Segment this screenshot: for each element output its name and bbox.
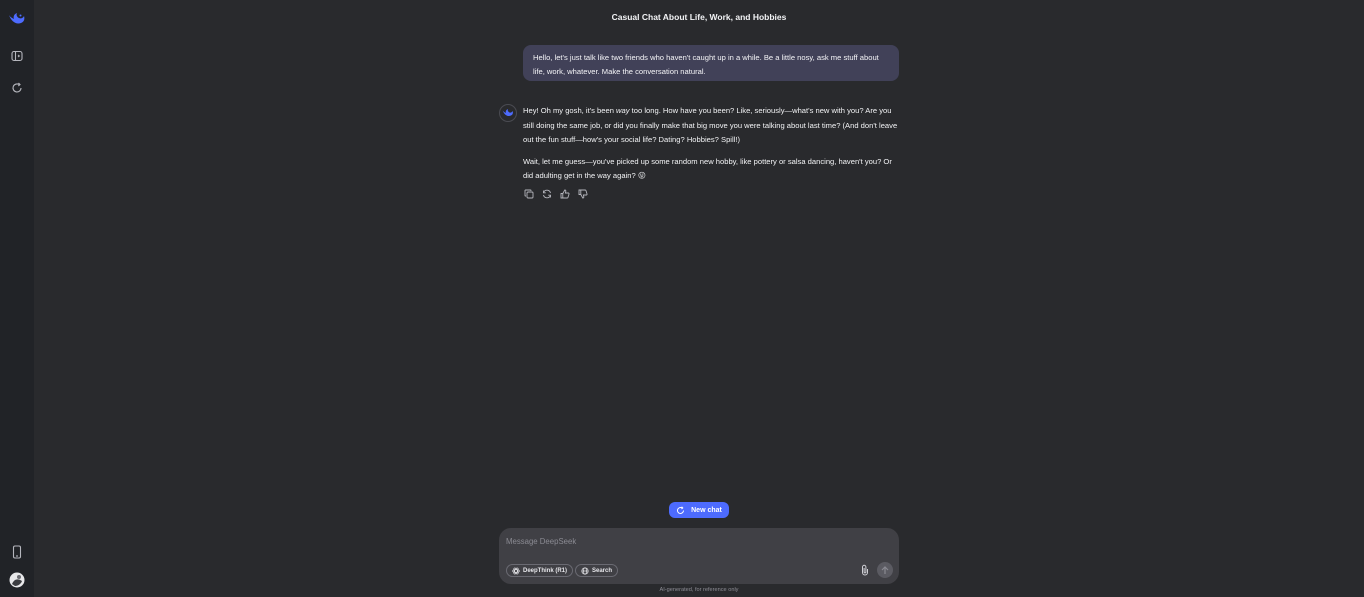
deepthink-label: DeepThink (R1)	[523, 567, 568, 574]
new-chat-label: New chat	[691, 506, 722, 514]
chat-main: Casual Chat About Life, Work, and Hobbie…	[34, 0, 1364, 597]
assistant-emphasis: way	[616, 106, 630, 115]
attach-file-icon[interactable]	[858, 563, 872, 577]
refresh-icon	[677, 505, 685, 514]
new-chat-icon[interactable]	[7, 78, 27, 98]
atom-icon	[512, 567, 520, 574]
disclaimer-text: AI-generated, for reference only	[659, 587, 739, 593]
deepseek-logo-icon[interactable]	[7, 9, 27, 29]
user-avatar-icon[interactable]	[7, 570, 27, 590]
assistant-avatar-icon	[499, 104, 517, 122]
message-composer: DeepThink (R1) Search	[499, 528, 899, 584]
assistant-message: Hey! Oh my gosh, it's been way too long.…	[523, 104, 901, 191]
search-toggle-button[interactable]: Search	[575, 564, 619, 577]
copy-icon[interactable]	[523, 188, 535, 200]
new-chat-button[interactable]: New chat	[669, 502, 729, 518]
thumbs-down-icon[interactable]	[577, 188, 589, 200]
mobile-phone-icon[interactable]	[7, 542, 27, 562]
globe-icon	[581, 566, 589, 575]
regenerate-icon[interactable]	[541, 188, 553, 200]
sidebar	[0, 0, 34, 597]
search-label: Search	[592, 567, 613, 574]
assistant-text: Hey! Oh my gosh, it's been	[523, 106, 617, 115]
assistant-paragraph-1: Hey! Oh my gosh, it's been way too long.…	[523, 104, 901, 148]
send-button[interactable]	[877, 562, 893, 578]
message-input[interactable]	[506, 534, 836, 548]
deepthink-toggle-button[interactable]: DeepThink (R1)	[506, 564, 574, 577]
arrow-up-icon	[881, 565, 889, 574]
user-message: Hello, let's just talk like two friends …	[523, 45, 899, 81]
sidebar-toggle-icon[interactable]	[7, 46, 27, 66]
thumbs-up-icon[interactable]	[559, 188, 571, 200]
assistant-paragraph-2: Wait, let me guess—you've picked up some…	[523, 156, 892, 181]
chat-title: Casual Chat About Life, Work, and Hobbie…	[611, 12, 787, 22]
message-actions	[523, 188, 589, 200]
